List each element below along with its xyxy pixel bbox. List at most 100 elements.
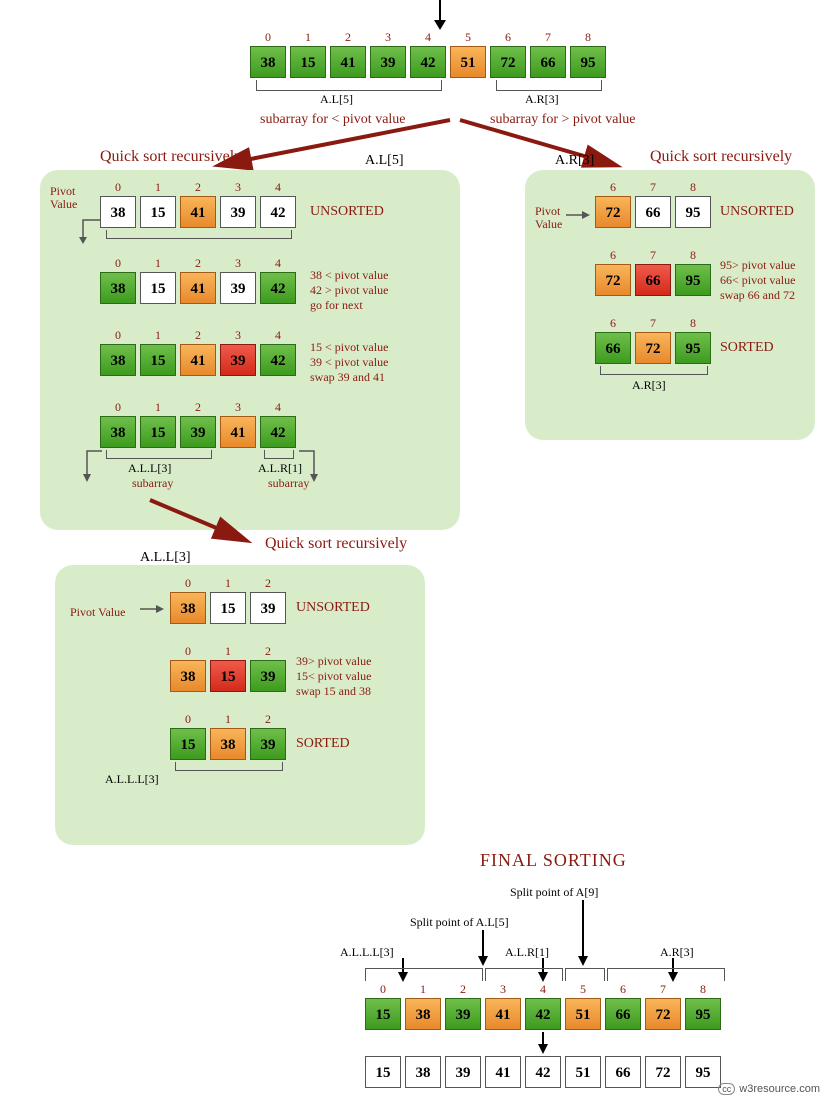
f-idx-2: 2 <box>445 982 481 997</box>
l1-bracket <box>106 230 292 239</box>
l4-c4: 42 <box>260 416 296 448</box>
b3-idx-0: 0 <box>170 712 206 727</box>
top-cell-5: 51 <box>450 46 486 78</box>
top-idx-4: 4 <box>410 30 446 45</box>
l2-c3: 39 <box>220 272 256 304</box>
b1-c0: 38 <box>170 592 206 624</box>
r2-note: 95> pivot value 66< pivot value swap 66 … <box>720 258 795 303</box>
l1-note: UNSORTED <box>310 204 384 220</box>
f-idx-1: 1 <box>405 982 441 997</box>
bottom-pivot-label: Pivot Value <box>70 605 125 620</box>
left-sub2: subarray <box>268 476 309 491</box>
b3-note: SORTED <box>296 736 350 752</box>
b3-c0: 15 <box>170 728 206 760</box>
top-idx-3: 3 <box>370 30 406 45</box>
r3-note: SORTED <box>720 340 774 356</box>
f-c7: 72 <box>645 998 681 1030</box>
l4-c2: 39 <box>180 416 216 448</box>
b3-c2: 39 <box>250 728 286 760</box>
left-alr-label: A.L.R[1] <box>258 461 302 476</box>
f-idx-0: 0 <box>365 982 401 997</box>
l4-c3: 41 <box>220 416 256 448</box>
top-idx-7: 7 <box>530 30 566 45</box>
l2-c0: 38 <box>100 272 136 304</box>
f-c2: 39 <box>445 998 481 1030</box>
l2-idx-1: 1 <box>140 256 176 271</box>
b3-c1: 38 <box>210 728 246 760</box>
top-ar-label: A.R[3] <box>525 92 559 107</box>
top-cell-0: 38 <box>250 46 286 78</box>
cc-icon: cc <box>718 1083 735 1095</box>
l3-c2: 41 <box>180 344 216 376</box>
l2-c1: 15 <box>140 272 176 304</box>
r1-c1: 66 <box>635 196 671 228</box>
l1-c0: 38 <box>100 196 136 228</box>
s-c0: 15 <box>365 1056 401 1088</box>
footer-attribution: ccw3resource.com <box>718 1083 820 1095</box>
l2-idx-0: 0 <box>100 256 136 271</box>
s-c6: 66 <box>605 1056 641 1088</box>
left-sub1: subarray <box>132 476 173 491</box>
r1-c2: 95 <box>675 196 711 228</box>
branch-arrow-bottom-icon <box>145 495 265 550</box>
top-cell-6: 72 <box>490 46 526 78</box>
r2-idx-1: 7 <box>635 248 671 263</box>
final-alll: A.L.L.L[3] <box>340 945 394 960</box>
b2-c2: 39 <box>250 660 286 692</box>
l1-c1: 15 <box>140 196 176 228</box>
l4-bracket-left <box>106 450 212 459</box>
s-c3: 41 <box>485 1056 521 1088</box>
b2-idx-2: 2 <box>250 644 286 659</box>
b2-note: 39> pivot value 15< pivot value swap 15 … <box>296 654 371 699</box>
r2-idx-0: 6 <box>595 248 631 263</box>
final-bracket-1 <box>365 968 483 981</box>
final-bracket-4 <box>607 968 725 981</box>
top-idx-1: 1 <box>290 30 326 45</box>
l4-idx-3: 3 <box>220 400 256 415</box>
l2-c2: 41 <box>180 272 216 304</box>
b1-idx-2: 2 <box>250 576 286 591</box>
bottom-header: A.L.L[3] <box>140 550 191 566</box>
l3-c1: 15 <box>140 344 176 376</box>
title-qsr-right: Quick sort recursively <box>650 148 792 166</box>
final-arrow-al5-icon <box>476 930 490 966</box>
s-c4: 42 <box>525 1056 561 1088</box>
r3-idx-2: 8 <box>675 316 711 331</box>
bottom-footer-label: A.L.L.L[3] <box>105 772 159 787</box>
top-idx-8: 8 <box>570 30 606 45</box>
r1-idx-0: 6 <box>595 180 631 195</box>
b3-bracket <box>175 762 283 771</box>
l4-c1: 15 <box>140 416 176 448</box>
l1-c3: 39 <box>220 196 256 228</box>
l2-idx-4: 4 <box>260 256 296 271</box>
l1-idx-4: 4 <box>260 180 296 195</box>
f-c5: 51 <box>565 998 601 1030</box>
top-idx-6: 6 <box>490 30 526 45</box>
f-c3: 41 <box>485 998 521 1030</box>
top-bracket-left <box>256 80 442 91</box>
l3-idx-0: 0 <box>100 328 136 343</box>
final-bracket-3 <box>565 968 605 981</box>
b1-c2: 39 <box>250 592 286 624</box>
b3-idx-1: 1 <box>210 712 246 727</box>
b3-idx-2: 2 <box>250 712 286 727</box>
r3-idx-1: 7 <box>635 316 671 331</box>
top-cell-7: 66 <box>530 46 566 78</box>
b2-c1: 15 <box>210 660 246 692</box>
b1-idx-1: 1 <box>210 576 246 591</box>
l3-idx-4: 4 <box>260 328 296 343</box>
l4-c0: 38 <box>100 416 136 448</box>
r1-c0: 72 <box>595 196 631 228</box>
right-footer-label: A.R[3] <box>632 378 666 393</box>
r2-c0: 72 <box>595 264 631 296</box>
l2-note: 38 < pivot value 42 > pivot value go for… <box>310 268 388 313</box>
top-al-label: A.L[5] <box>320 92 353 107</box>
top-bracket-right <box>496 80 602 91</box>
f-idx-6: 6 <box>605 982 641 997</box>
r3-c1: 72 <box>635 332 671 364</box>
f-idx-3: 3 <box>485 982 521 997</box>
l1-c4: 42 <box>260 196 296 228</box>
f-c1: 38 <box>405 998 441 1030</box>
s-c7: 72 <box>645 1056 681 1088</box>
l3-idx-2: 2 <box>180 328 216 343</box>
